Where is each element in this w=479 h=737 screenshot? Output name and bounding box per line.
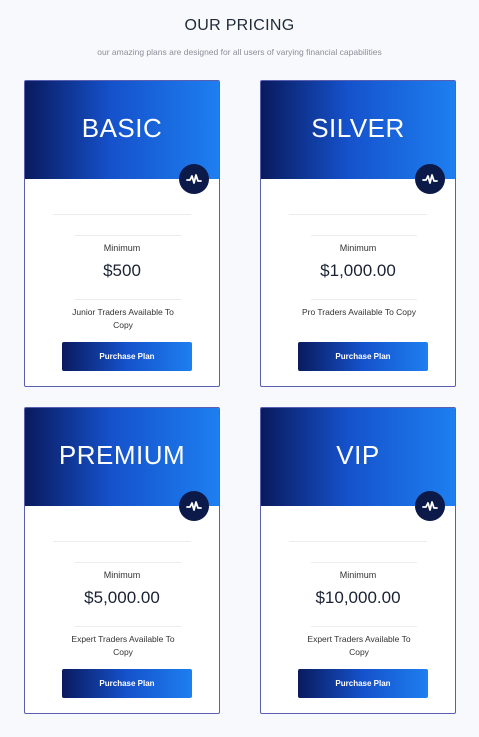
- plan-name: PREMIUM: [58, 440, 186, 470]
- divider: [75, 562, 181, 563]
- plan-description: Junior Traders Available To Copy: [72, 307, 174, 330]
- divider: [75, 235, 181, 236]
- divider: [53, 214, 191, 215]
- plan-description: Pro Traders Available To Copy: [301, 307, 417, 317]
- plan-price: $10,000.00: [315, 588, 401, 607]
- activity-pulse-icon: [179, 491, 209, 521]
- plan-price: $1,000.00: [320, 261, 396, 280]
- plan-price: $5,000.00: [84, 588, 160, 607]
- purchase-plan-button[interactable]: Purchase Plan: [298, 342, 428, 371]
- purchase-plan-button[interactable]: Purchase Plan: [62, 342, 192, 371]
- plan-name: BASIC: [81, 113, 163, 143]
- minimum-label: Minimum: [339, 243, 377, 253]
- plan-card-basic: BASIC Minimum $500 Junior Traders Availa…: [24, 80, 220, 387]
- plan-description: Expert Traders Available To Copy: [307, 634, 411, 657]
- divider: [289, 214, 427, 215]
- plan-price: $500: [103, 261, 141, 280]
- minimum-label: Minimum: [103, 570, 141, 580]
- plan-description: Expert Traders Available To Copy: [71, 634, 175, 657]
- section-subtitle: our amazing plans are designed for all u…: [97, 47, 382, 57]
- divider: [75, 626, 181, 627]
- activity-pulse-icon: [415, 491, 445, 521]
- divider: [311, 562, 417, 563]
- divider: [289, 541, 427, 542]
- divider: [311, 626, 417, 627]
- plan-card-silver: SILVER Minimum $1,000.00 Pro Traders Ava…: [260, 80, 456, 387]
- divider: [53, 541, 191, 542]
- minimum-label: Minimum: [339, 570, 377, 580]
- section-title: OUR PRICING: [184, 17, 295, 34]
- divider: [311, 299, 417, 300]
- divider: [311, 235, 417, 236]
- plan-card-vip: VIP Minimum $10,000.00 Expert Traders Av…: [260, 407, 456, 714]
- purchase-plan-button[interactable]: Purchase Plan: [298, 669, 428, 698]
- plan-name: SILVER: [311, 113, 405, 143]
- divider: [75, 299, 181, 300]
- activity-pulse-icon: [415, 164, 445, 194]
- plan-name: VIP: [336, 440, 380, 470]
- purchase-plan-button[interactable]: Purchase Plan: [62, 669, 192, 698]
- minimum-label: Minimum: [103, 243, 141, 253]
- activity-pulse-icon: [179, 164, 209, 194]
- plan-card-premium: PREMIUM Minimum $5,000.00 Expert Traders…: [24, 407, 220, 714]
